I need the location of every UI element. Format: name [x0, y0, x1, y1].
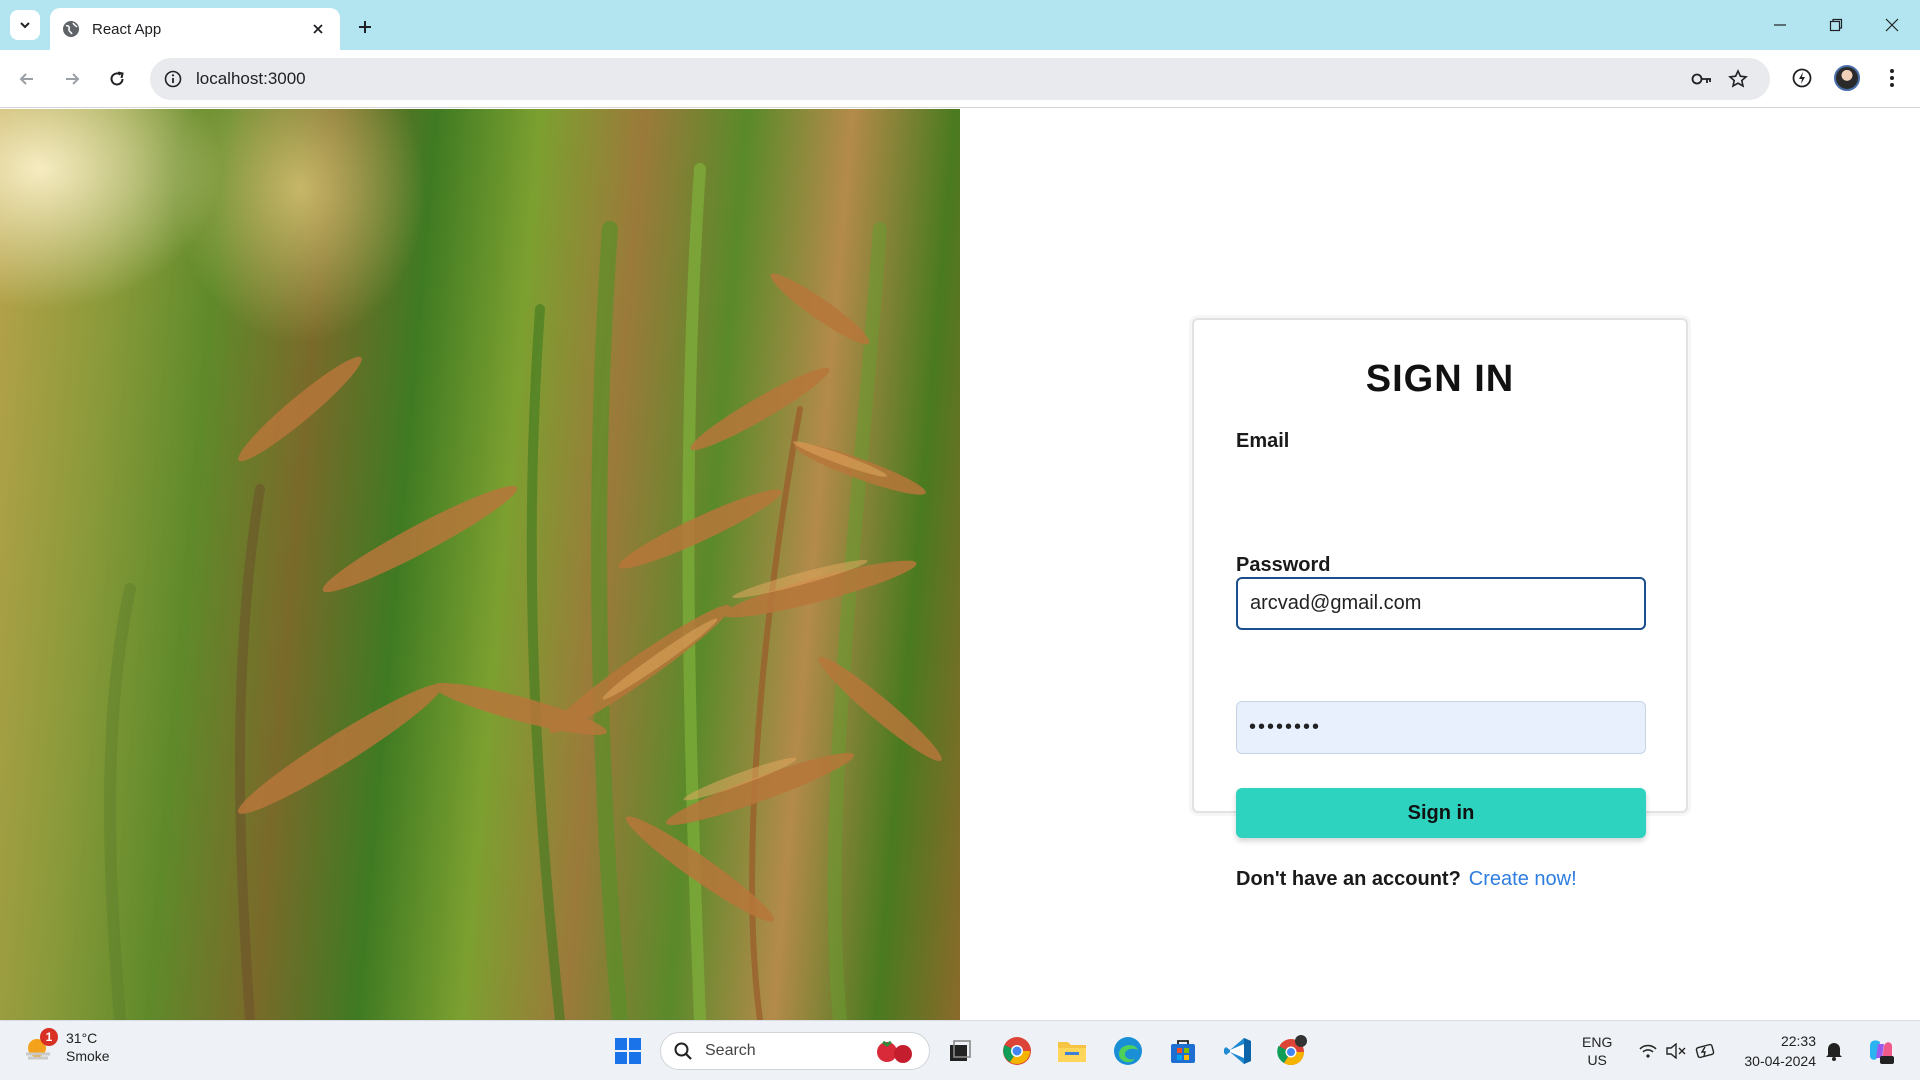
globe-icon [63, 21, 79, 37]
search-icon [674, 1042, 692, 1060]
clock-time: 22:33 [1780, 1033, 1816, 1049]
address-bar[interactable]: localhost:3000 [150, 58, 1770, 100]
system-clock[interactable]: 22:33 30-04-2024 [1734, 1031, 1816, 1071]
avatar [1834, 65, 1860, 91]
weather-icon: 1 [22, 1028, 58, 1064]
windows-logo-icon [615, 1038, 641, 1064]
browser-toolbar: localhost:3000 [0, 50, 1920, 108]
copilot-icon[interactable] [1866, 1036, 1896, 1066]
notification-bell-icon[interactable] [1822, 1039, 1846, 1063]
new-tab-button[interactable] [350, 12, 380, 42]
weather-badge: 1 [40, 1028, 58, 1046]
create-account-link[interactable]: Create now! [1469, 868, 1577, 890]
windows-taskbar: 1 31°C Smoke Search ENG US 22:33 30-04-2… [0, 1020, 1920, 1080]
signin-card: SIGN IN Email arcvad@gmail.com Password … [1192, 318, 1688, 890]
password-field[interactable]: •••••••• [1236, 701, 1646, 754]
performance-icon [1792, 68, 1812, 88]
region-code: US [1587, 1052, 1607, 1068]
minimize-icon [1774, 24, 1786, 26]
start-button[interactable] [610, 1033, 646, 1069]
arrow-left-icon [19, 73, 33, 85]
weather-widget[interactable]: 1 31°C Smoke [22, 1028, 110, 1065]
strawberry-icon [877, 1040, 912, 1063]
weather-temp: 31°C [66, 1030, 98, 1046]
chevron-down-icon [20, 22, 30, 29]
taskbar-search[interactable]: Search [660, 1032, 930, 1070]
close-window-button[interactable] [1864, 0, 1920, 50]
back-button[interactable] [12, 64, 42, 94]
page-content: SIGN IN Email arcvad@gmail.com Password … [0, 109, 1920, 1020]
password-key-icon[interactable] [1684, 61, 1720, 97]
rice-stalks-illustration [104, 163, 942, 1020]
rice-field-hero-image [0, 109, 960, 1020]
browser-tab-active[interactable]: React App [50, 8, 340, 50]
window-controls [1752, 0, 1920, 50]
signin-button[interactable]: Sign in [1236, 788, 1646, 838]
password-value: •••••••• [1249, 716, 1322, 738]
profile-button[interactable] [1829, 60, 1865, 96]
task-view-button[interactable] [942, 1033, 978, 1069]
vscode-icon [1224, 1038, 1251, 1064]
url-text[interactable]: localhost:3000 [196, 69, 1684, 89]
bookmark-star-icon[interactable] [1720, 61, 1756, 97]
minimize-button[interactable] [1752, 0, 1808, 50]
performance-button[interactable] [1784, 60, 1820, 96]
arrow-right-icon [66, 73, 80, 85]
signup-prompt: Don't have an account? [1236, 868, 1461, 890]
email-field[interactable]: arcvad@gmail.com [1236, 577, 1646, 630]
wifi-icon[interactable] [1636, 1039, 1660, 1063]
password-label: Password [1236, 554, 1331, 576]
lang-code: ENG [1582, 1034, 1613, 1050]
weather-desc: Smoke [66, 1048, 110, 1064]
taskbar-file-explorer[interactable] [1054, 1033, 1090, 1069]
task-view-icon [950, 1040, 971, 1061]
email-value: arcvad@gmail.com [1250, 592, 1422, 614]
clock-date: 30-04-2024 [1744, 1053, 1816, 1069]
email-label: Email [1236, 430, 1290, 452]
search-placeholder: Search [705, 1042, 756, 1059]
edge-icon [1114, 1037, 1142, 1065]
taskbar-chrome[interactable] [999, 1033, 1035, 1069]
browser-menu-button[interactable] [1874, 60, 1910, 96]
folder-icon [1058, 1042, 1086, 1062]
plus-icon [359, 21, 371, 33]
browser-tabstrip: React App [0, 0, 1920, 50]
signup-row: Don't have an account? Create now! [1236, 868, 1577, 891]
language-indicator[interactable]: ENG US [1582, 1033, 1612, 1069]
reload-button[interactable] [102, 64, 132, 94]
taskbar-vscode[interactable] [1220, 1033, 1256, 1069]
tab-title: React App [92, 20, 162, 38]
page-title: SIGN IN [1365, 358, 1515, 400]
reload-icon [110, 71, 124, 86]
battery-charging-icon[interactable] [1694, 1039, 1718, 1063]
taskbar-store[interactable] [1165, 1033, 1201, 1069]
forward-button[interactable] [57, 64, 87, 94]
taskbar-edge[interactable] [1110, 1033, 1146, 1069]
store-icon [1171, 1040, 1195, 1063]
site-info-icon[interactable] [164, 70, 182, 88]
chrome-icon [1003, 1037, 1031, 1065]
taskbar-chrome-active[interactable] [1274, 1033, 1310, 1069]
tab-search-button[interactable] [10, 10, 40, 40]
restore-button[interactable] [1808, 0, 1864, 50]
tab-close-icon[interactable] [308, 19, 328, 39]
more-vertical-icon [1890, 69, 1894, 87]
chrome-profile-icon [1277, 1035, 1307, 1066]
volume-muted-icon[interactable] [1664, 1039, 1688, 1063]
restore-icon [1829, 18, 1843, 32]
close-icon [1885, 18, 1899, 32]
